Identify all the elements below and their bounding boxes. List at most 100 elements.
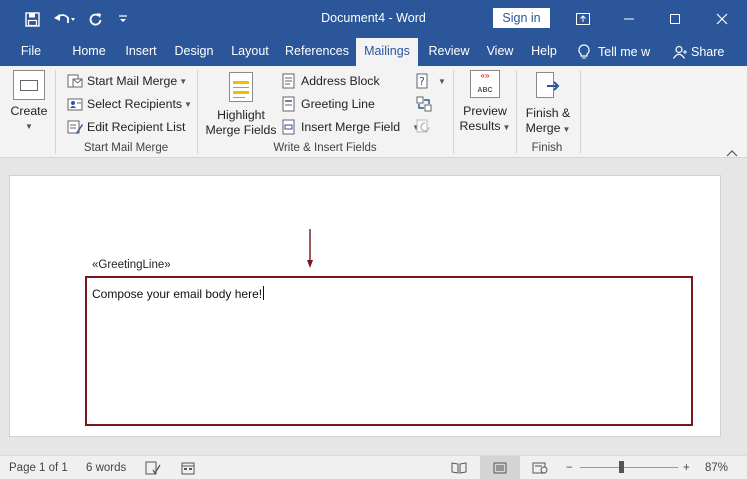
collapse-ribbon-icon[interactable] <box>726 146 738 157</box>
tab-review[interactable]: Review <box>422 38 476 66</box>
finish-merge-icon <box>532 72 564 100</box>
svg-text:?: ? <box>419 75 425 88</box>
rules-icon: ? <box>416 73 432 89</box>
lightbulb-icon <box>578 44 590 60</box>
tell-me-box[interactable]: Tell me w <box>578 38 650 66</box>
tab-mailings[interactable]: Mailings <box>356 38 418 68</box>
zoom-out-button[interactable]: − <box>566 456 573 479</box>
close-icon[interactable] <box>699 0 745 38</box>
tab-file[interactable]: File <box>12 38 50 66</box>
email-body-content: Compose your email body here! <box>92 287 263 301</box>
page-count[interactable]: Page 1 of 1 <box>9 456 68 479</box>
greeting-line-icon <box>281 96 297 112</box>
tab-insert[interactable]: Insert <box>118 38 164 66</box>
macro-recording-icon[interactable] <box>181 456 195 479</box>
create-button[interactable]: Create ▼ <box>8 70 50 134</box>
insert-merge-field-icon <box>281 119 297 135</box>
update-labels-button <box>416 117 436 137</box>
chevron-down-icon: ▼ <box>502 123 511 132</box>
email-body-highlight-box: Compose your email body here! <box>85 276 693 426</box>
chevron-down-icon: ▼ <box>184 99 192 109</box>
group-label-write-insert-fields: Write & Insert Fields <box>273 142 377 154</box>
tab-design[interactable]: Design <box>168 38 220 66</box>
proofing-icon[interactable] <box>145 456 161 479</box>
tab-layout[interactable]: Layout <box>224 38 276 66</box>
address-block-label: Address Block <box>301 74 380 88</box>
arrow-annotation-icon <box>307 229 313 272</box>
start-mail-merge-button[interactable]: Start Mail Merge ▼ <box>67 71 187 91</box>
share-button[interactable]: Share <box>673 38 724 66</box>
edit-recipient-list-icon <box>67 119 83 135</box>
tab-references[interactable]: References <box>280 38 354 66</box>
insert-merge-field-button[interactable]: Insert Merge Field ▼ <box>281 117 420 137</box>
tab-view[interactable]: View <box>480 38 520 66</box>
highlight-label-2: Merge Fields <box>205 123 277 137</box>
preview-results-icon: «» ABC <box>470 70 500 98</box>
group-label-finish: Finish <box>531 142 563 154</box>
address-block-icon <box>281 73 297 89</box>
print-layout-icon[interactable] <box>480 456 520 479</box>
group-separator <box>516 70 517 154</box>
group-separator <box>55 70 56 154</box>
web-layout-icon[interactable] <box>532 456 548 479</box>
chevron-down-icon: ▼ <box>179 76 188 86</box>
highlight-document-icon <box>229 72 253 102</box>
match-fields-button[interactable] <box>416 94 436 114</box>
tell-me-label: Tell me w <box>598 45 651 59</box>
group-separator <box>453 70 454 154</box>
vertical-scrollbar[interactable] <box>735 159 747 455</box>
highlight-label-1: Highlight <box>217 108 265 122</box>
finish-merge-button[interactable]: Finish & Merge ▼ <box>521 72 575 137</box>
chevron-down-icon: ▼ <box>562 125 571 134</box>
status-bar: Page 1 of 1 6 words − + 87% <box>0 455 747 479</box>
group-separator <box>197 70 198 154</box>
preview-label-2: Results <box>459 119 501 133</box>
tab-help[interactable]: Help <box>524 38 564 66</box>
save-icon[interactable] <box>20 0 44 38</box>
group-separator <box>580 70 581 154</box>
email-body-text[interactable]: Compose your email body here! <box>92 286 265 301</box>
ribbon-display-options-icon[interactable] <box>560 0 606 38</box>
rules-button[interactable]: ? ▼ <box>416 71 446 91</box>
zoom-level[interactable]: 87% <box>705 456 728 479</box>
edit-recipient-list-button[interactable]: Edit Recipient List <box>67 117 185 137</box>
minimize-icon[interactable] <box>606 0 652 38</box>
select-recipients-button[interactable]: Select Recipients ▼ <box>67 94 192 114</box>
chevron-down-icon: ▼ <box>438 76 446 86</box>
highlight-merge-fields-button[interactable]: Highlight Merge Fields <box>205 72 277 138</box>
word-count[interactable]: 6 words <box>86 456 126 479</box>
address-block-button[interactable]: Address Block <box>281 71 380 91</box>
preview-abc-text: ABC <box>477 87 493 94</box>
select-recipients-icon <box>67 96 83 112</box>
greeting-line-field[interactable]: «GreetingLine» <box>92 259 171 271</box>
group-label-start-mail-merge: Start Mail Merge <box>83 142 169 154</box>
match-fields-icon <box>416 96 432 112</box>
zoom-slider-thumb[interactable] <box>619 461 624 473</box>
text-cursor <box>263 286 265 300</box>
envelope-icon <box>13 70 45 100</box>
start-mail-merge-label: Start Mail Merge <box>87 74 178 88</box>
customize-toolbar-icon[interactable] <box>114 0 132 38</box>
maximize-icon[interactable] <box>652 0 698 38</box>
update-labels-icon <box>416 119 432 135</box>
insert-merge-field-label: Insert Merge Field <box>301 120 401 134</box>
zoom-slider-track[interactable] <box>580 467 678 468</box>
greeting-line-button[interactable]: Greeting Line <box>281 94 375 114</box>
ribbon-tab-bar: File Home Insert Design Layout Reference… <box>0 38 747 68</box>
share-label: Share <box>691 45 725 59</box>
zoom-in-button[interactable]: + <box>683 456 690 479</box>
preview-results-button[interactable]: «» ABC Preview Results ▼ <box>458 70 512 135</box>
redo-icon[interactable] <box>84 0 106 38</box>
undo-icon[interactable] <box>50 0 80 38</box>
read-mode-icon[interactable] <box>451 456 467 479</box>
finish-label-1: Finish & <box>525 106 571 120</box>
create-dropdown-icon: ▼ <box>25 122 33 131</box>
preview-label-1: Preview <box>463 104 507 118</box>
greeting-line-label: Greeting Line <box>301 97 375 111</box>
sign-in-button[interactable]: Sign in <box>493 8 550 28</box>
select-recipients-label: Select Recipients <box>87 97 183 111</box>
tab-home[interactable]: Home <box>64 38 114 66</box>
person-icon <box>673 45 687 59</box>
start-mail-merge-icon <box>67 73 83 89</box>
title-bar: Document4 - Word Sign in <box>0 0 747 38</box>
